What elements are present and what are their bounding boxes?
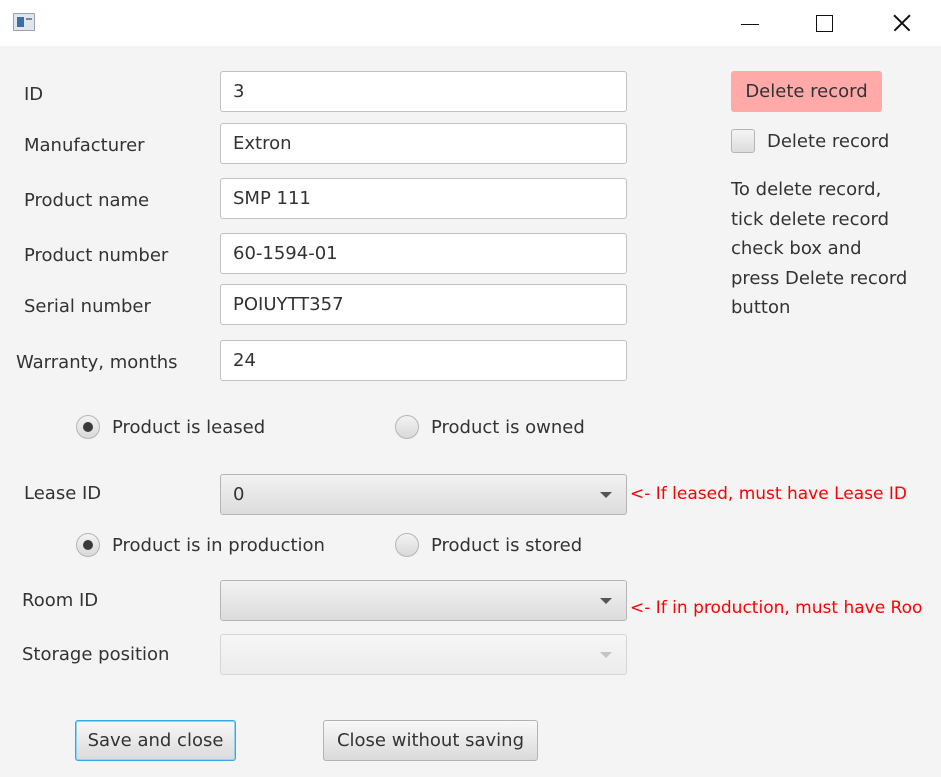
lease-id-select[interactable]: 0 [220, 474, 627, 515]
warranty-label: Warranty, months [16, 352, 178, 373]
chevron-down-icon [600, 598, 612, 604]
minimize-button[interactable] [727, 0, 773, 46]
id-label: ID [24, 84, 44, 105]
radio-product-leased-label: Product is leased [112, 416, 266, 438]
serial-number-field[interactable]: POIUYTT357 [220, 284, 627, 325]
lease-id-warning: <- If leased, must have Lease ID [630, 484, 907, 504]
close-window-button[interactable] [879, 0, 925, 46]
checkbox-box [731, 129, 755, 153]
save-and-close-button[interactable]: Save and close [75, 720, 236, 761]
delete-help-text: To delete record, tick delete record che… [731, 175, 931, 323]
close-without-saving-button[interactable]: Close without saving [323, 720, 538, 761]
maximize-icon [815, 14, 833, 32]
room-id-select[interactable] [220, 580, 627, 621]
delete-record-checkbox-label: Delete record [767, 130, 890, 152]
lease-id-label: Lease ID [24, 483, 102, 504]
warranty-field[interactable]: 24 [220, 340, 627, 381]
id-field[interactable]: 3 [220, 71, 627, 112]
delete-help-line: button [731, 297, 791, 318]
delete-help-line: To delete record, [731, 179, 882, 200]
product-name-field[interactable]: SMP 111 [220, 178, 627, 219]
chevron-down-icon [600, 492, 612, 498]
close-icon [892, 13, 912, 33]
room-id-label: Room ID [22, 590, 99, 611]
product-number-field[interactable]: 60-1594-01 [220, 233, 627, 274]
product-number-label: Product number [24, 245, 169, 266]
radio-product-owned-label: Product is owned [431, 416, 585, 438]
storage-position-label: Storage position [22, 644, 170, 665]
delete-record-button[interactable]: Delete record [731, 71, 882, 112]
app-window-icon [13, 13, 35, 31]
lease-id-value: 0 [233, 484, 245, 505]
radio-product-leased[interactable]: Product is leased [76, 415, 265, 439]
serial-number-label: Serial number [24, 296, 151, 317]
delete-help-line: press Delete record [731, 267, 908, 289]
title-bar [0, 0, 941, 46]
delete-record-checkbox[interactable]: Delete record [731, 129, 889, 153]
radio-selected-dot [83, 540, 93, 550]
chevron-down-icon [600, 652, 612, 658]
room-id-warning: <- If in production, must have Roo [630, 598, 923, 618]
radio-product-stored[interactable]: Product is stored [395, 533, 582, 557]
radio-product-stored-label: Product is stored [431, 534, 583, 556]
radio-selected-dot [83, 422, 93, 432]
delete-help-line: tick delete record [731, 208, 890, 230]
manufacturer-field[interactable]: Extron [220, 123, 627, 164]
radio-product-owned[interactable]: Product is owned [395, 415, 585, 439]
product-name-label: Product name [24, 190, 150, 211]
radio-product-in-production[interactable]: Product is in production [76, 533, 325, 557]
minimize-icon [741, 23, 759, 25]
radio-product-in-production-label: Product is in production [112, 534, 325, 556]
delete-help-line: check box and [731, 238, 862, 259]
maximize-button[interactable] [801, 0, 847, 46]
storage-position-select [220, 634, 627, 675]
manufacturer-label: Manufacturer [24, 135, 145, 156]
